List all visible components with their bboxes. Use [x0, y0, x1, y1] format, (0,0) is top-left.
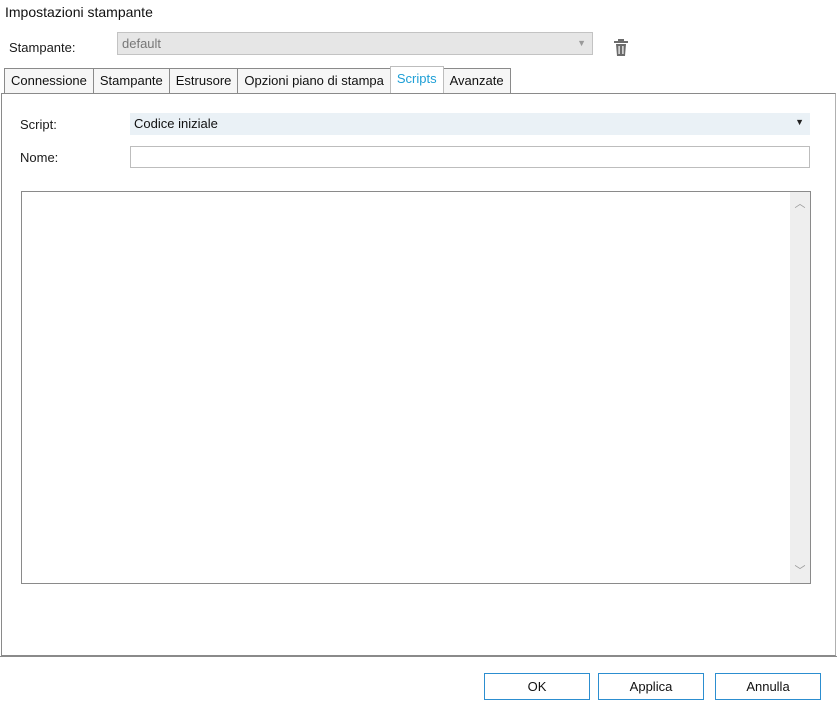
script-select[interactable]: Codice iniziale ▼: [130, 113, 810, 135]
apply-button[interactable]: Applica: [598, 673, 704, 700]
footer-divider: [0, 656, 837, 657]
tab-stampante[interactable]: Stampante: [92, 68, 170, 93]
script-select-value: Codice iniziale: [134, 116, 218, 131]
chevron-down-icon[interactable]: ﹀: [790, 562, 810, 580]
ok-button[interactable]: OK: [484, 673, 590, 700]
tab-connessione[interactable]: Connessione: [4, 68, 94, 93]
trash-icon[interactable]: [612, 38, 630, 58]
editor-scrollbar[interactable]: ︿ ﹀: [790, 192, 810, 583]
chevron-up-icon[interactable]: ︿: [790, 195, 810, 213]
printer-select[interactable]: default ▼: [117, 32, 593, 55]
tab-bar: Connessione Stampante Estrusore Opzioni …: [4, 66, 511, 93]
cancel-button[interactable]: Annulla: [715, 673, 821, 700]
tab-avanzate[interactable]: Avanzate: [442, 68, 511, 93]
name-input[interactable]: [130, 146, 810, 168]
printer-select-value: default: [122, 36, 162, 51]
chevron-down-icon: ▼: [577, 38, 586, 48]
script-editor[interactable]: ︿ ﹀: [21, 191, 811, 584]
scripts-panel: Script: Codice iniziale ▼ Nome: ︿ ﹀: [1, 93, 836, 656]
tab-estrusore[interactable]: Estrusore: [168, 68, 239, 93]
name-label: Nome:: [20, 150, 59, 165]
window-title: Impostazioni stampante: [5, 4, 153, 20]
chevron-down-icon: ▼: [795, 117, 804, 127]
tab-scripts[interactable]: Scripts: [389, 66, 444, 93]
script-label: Script:: [20, 117, 57, 132]
tab-opzioni-piano-di-stampa[interactable]: Opzioni piano di stampa: [237, 68, 391, 93]
printer-label: Stampante:: [9, 40, 76, 55]
